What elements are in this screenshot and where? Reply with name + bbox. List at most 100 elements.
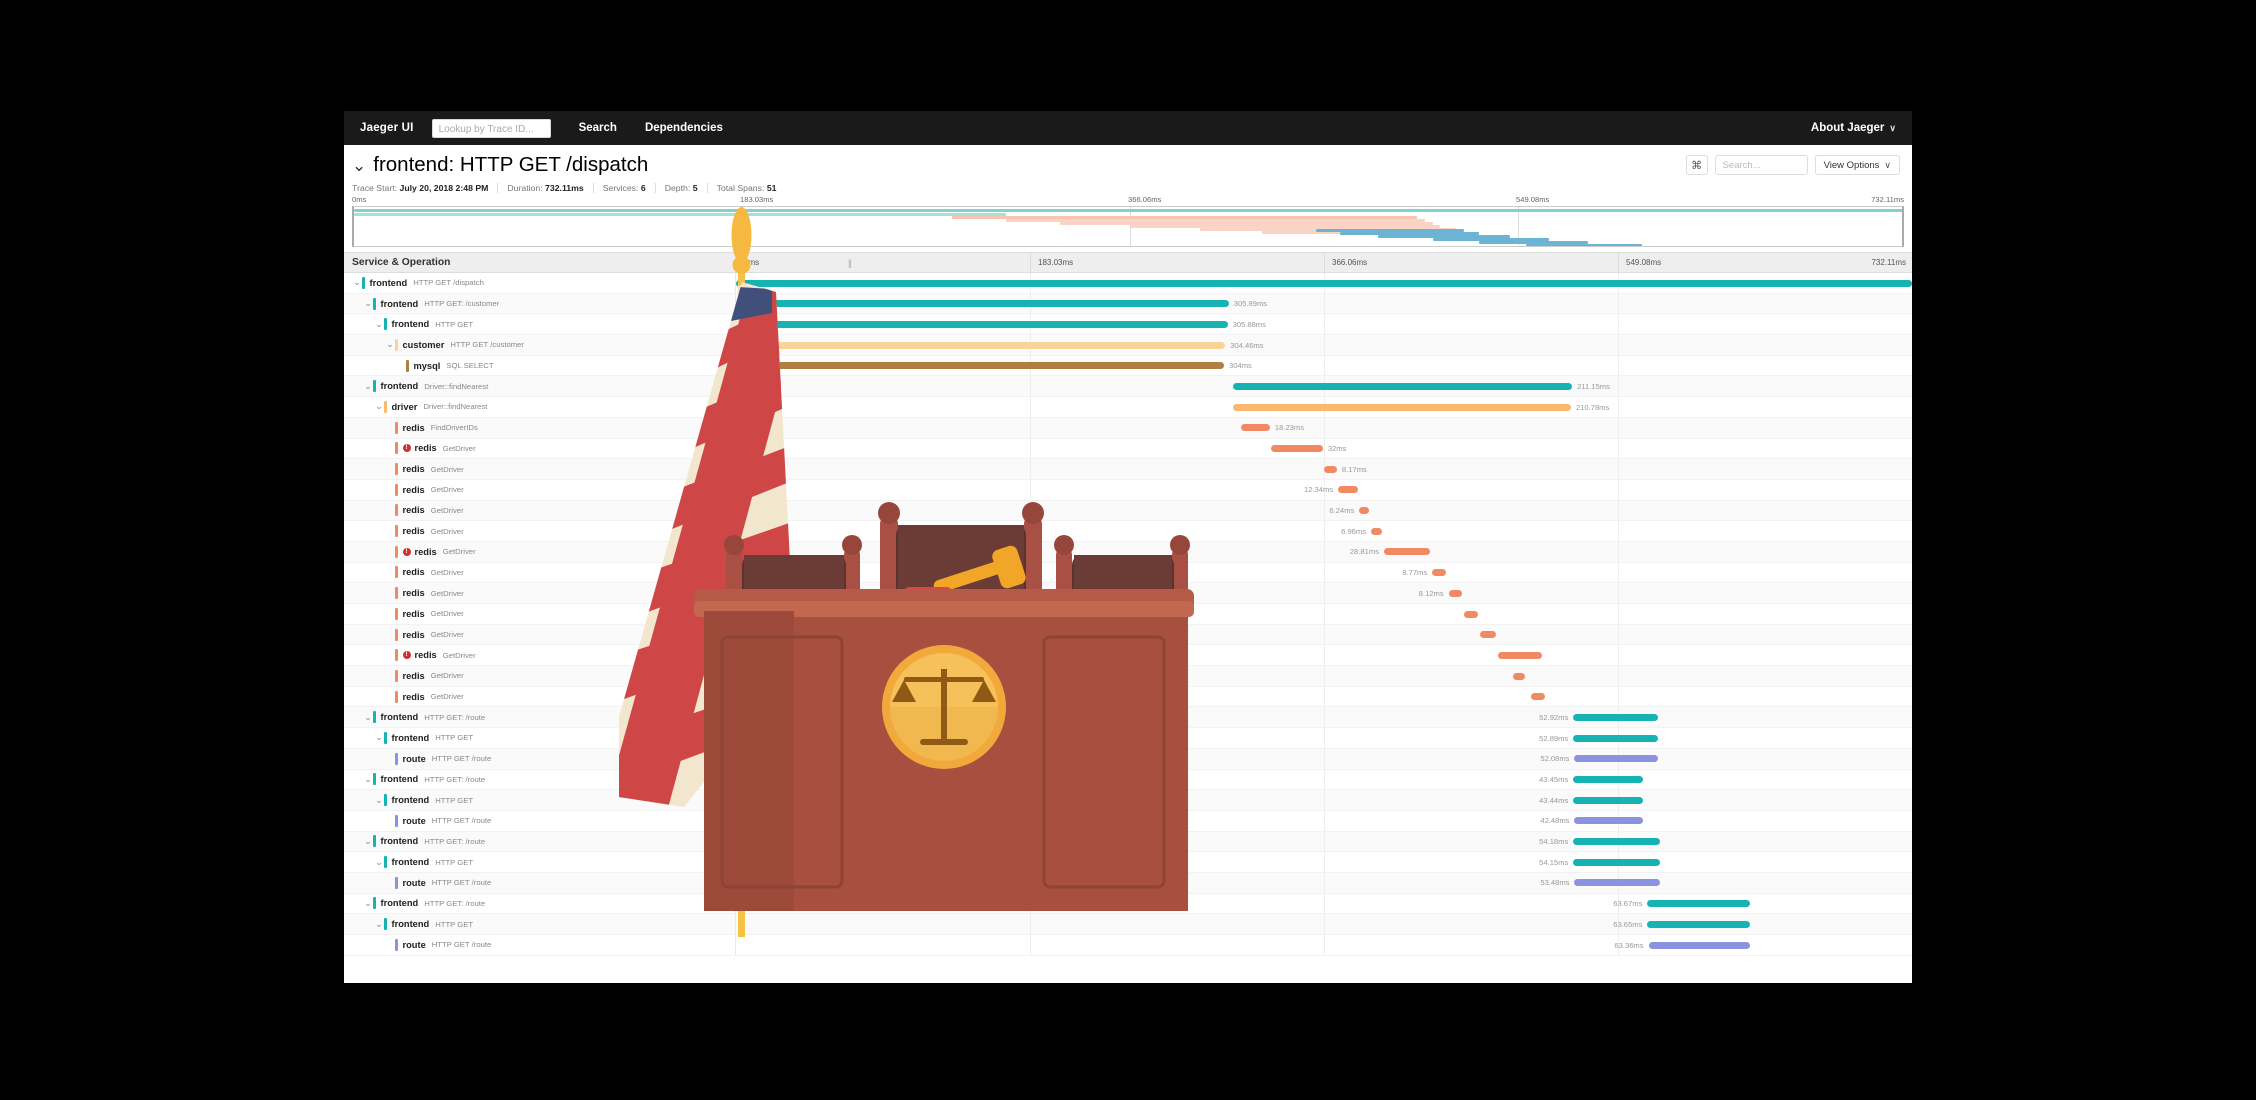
nav-link-dependencies[interactable]: Dependencies [645, 122, 723, 134]
span-name-cell[interactable]: redis GetDriver [344, 666, 736, 686]
span-duration-bar[interactable] [1574, 879, 1661, 887]
table-row[interactable]: redis GetDriver 8.17ms [344, 459, 1912, 480]
trace-minimap[interactable]: 0ms 183.03ms 366.06ms 549.08ms 732.11ms [352, 195, 1904, 247]
span-name-cell[interactable]: ⌄ customer HTTP GET /customer [344, 335, 736, 355]
span-bar-cell[interactable]: 12.34ms [736, 479, 1912, 500]
span-rows-container[interactable]: ⌄ frontend HTTP GET /dispatch ⌄ frontend HTTP… [344, 273, 1912, 983]
table-row[interactable]: ⌄ frontend HTTP GET 305.88ms [344, 314, 1912, 336]
collapse-trace-chevron-icon[interactable]: ⌄ [352, 157, 366, 174]
table-row[interactable]: redis FindDriverIDs 18.23ms [344, 417, 1912, 439]
trace-id-lookup-input[interactable]: Lookup by Trace ID... [431, 118, 551, 138]
span-name-cell[interactable]: redis GetDriver [344, 479, 736, 500]
span-bar-cell[interactable]: 54.18ms [736, 831, 1912, 852]
table-row[interactable]: route HTTP GET /route 63.36ms [344, 935, 1912, 956]
span-bar-cell[interactable]: 32ms [736, 438, 1912, 459]
span-bar-cell[interactable]: 18.23ms [736, 417, 1912, 438]
span-duration-bar[interactable] [1573, 838, 1661, 846]
span-duration-bar[interactable] [736, 320, 1228, 328]
span-duration-bar[interactable] [1647, 900, 1750, 908]
span-bar-cell[interactable]: 305.89ms [736, 293, 1912, 314]
span-search-input[interactable]: Search... [1714, 155, 1808, 175]
expand-collapse-chevron-icon[interactable]: ⌄ [385, 339, 395, 350]
span-bar-cell[interactable]: 210.78ms [736, 397, 1912, 417]
span-bar-cell[interactable]: 6.24ms [736, 500, 1912, 521]
span-bar-cell[interactable]: 54.15ms [736, 852, 1912, 872]
span-name-cell[interactable]: redis GetDriver [344, 686, 736, 707]
span-name-cell[interactable]: ! redis GetDriver [344, 541, 736, 562]
span-name-cell[interactable]: ⌄ frontend HTTP GET [344, 790, 736, 810]
table-row[interactable]: ! redis GetDriver [344, 645, 1912, 667]
span-name-cell[interactable]: redis GetDriver [344, 604, 736, 624]
expand-collapse-chevron-icon[interactable]: ⌄ [374, 857, 384, 868]
table-row[interactable]: ⌄ frontend HTTP GET 43.44ms [344, 790, 1912, 811]
table-row[interactable]: ⌄ frontend HTTP GET 52.89ms [344, 728, 1912, 749]
span-duration-bar[interactable] [1383, 548, 1430, 556]
span-duration-bar[interactable] [1432, 569, 1447, 577]
span-duration-bar[interactable] [1573, 776, 1643, 783]
table-row[interactable]: ! redis GetDriver 32ms [344, 438, 1912, 460]
expand-collapse-chevron-icon[interactable]: ⌄ [363, 836, 373, 847]
span-bar-cell[interactable]: 53.48ms [736, 872, 1912, 893]
table-row[interactable]: ⌄ frontend Driver::findNearest 211.15ms [344, 376, 1912, 398]
span-duration-bar[interactable] [1359, 507, 1370, 515]
span-bar-cell[interactable]: 211.15ms [736, 376, 1912, 397]
nav-link-search[interactable]: Search [579, 122, 617, 134]
span-bar-cell[interactable]: 6.96ms [736, 521, 1912, 541]
span-name-cell[interactable]: ⌄ frontend HTTP GET: /route [344, 831, 736, 852]
span-name-cell[interactable]: ⌄ frontend HTTP GET [344, 852, 736, 872]
span-name-cell[interactable]: route HTTP GET /route [344, 872, 736, 893]
span-name-cell[interactable]: redis GetDriver [344, 459, 736, 479]
span-bar-cell[interactable] [736, 273, 1912, 293]
table-row[interactable]: route HTTP GET /route 42.48ms [344, 810, 1912, 832]
span-duration-bar[interactable] [1233, 403, 1571, 411]
table-row[interactable]: ⌄ frontend HTTP GET 63.65ms [344, 914, 1912, 935]
table-row[interactable]: redis GetDriver [344, 666, 1912, 687]
table-row[interactable]: ⌄ customer HTTP GET /customer 304.46ms [344, 335, 1912, 356]
span-name-cell[interactable]: redis GetDriver [344, 562, 736, 583]
span-bar-cell[interactable]: 52.08ms [736, 748, 1912, 769]
span-duration-bar[interactable] [1271, 445, 1323, 452]
span-name-cell[interactable]: ⌄ frontend HTTP GET: /route [344, 707, 736, 728]
table-row[interactable]: ! redis GetDriver 28.81ms [344, 541, 1912, 563]
expand-collapse-chevron-icon[interactable]: ⌄ [374, 919, 384, 930]
table-row[interactable]: ⌄ frontend HTTP GET: /route 54.18ms [344, 831, 1912, 853]
span-duration-bar[interactable] [1574, 755, 1658, 763]
span-name-cell[interactable]: ⌄ frontend HTTP GET /dispatch [344, 273, 736, 293]
expand-collapse-chevron-icon[interactable]: ⌄ [363, 898, 373, 909]
span-name-cell[interactable]: ! redis GetDriver [344, 438, 736, 459]
span-duration-bar[interactable] [1513, 672, 1526, 680]
span-name-cell[interactable]: redis GetDriver [344, 624, 736, 645]
span-bar-cell[interactable]: 52.89ms [736, 728, 1912, 748]
span-bar-cell[interactable]: 43.45ms [736, 769, 1912, 790]
span-bar-cell[interactable]: 305.88ms [736, 314, 1912, 335]
span-duration-bar[interactable] [1240, 424, 1270, 432]
span-name-cell[interactable]: route HTTP GET /route [344, 935, 736, 955]
table-row[interactable]: redis GetDriver 8.12ms [344, 583, 1912, 604]
table-row[interactable]: ⌄ frontend HTTP GET: /route 52.92ms [344, 707, 1912, 729]
span-name-cell[interactable]: ⌄ frontend Driver::findNearest [344, 376, 736, 397]
span-duration-bar[interactable] [738, 341, 1226, 349]
span-name-cell[interactable]: ⌄ frontend HTTP GET: /customer [344, 293, 736, 314]
span-bar-cell[interactable]: 8.12ms [736, 583, 1912, 603]
column-resize-handle[interactable]: || [848, 258, 852, 268]
span-duration-bar[interactable] [1648, 941, 1750, 949]
span-bar-cell[interactable]: 304ms [736, 355, 1912, 376]
span-duration-bar[interactable] [1647, 920, 1750, 928]
span-bar-cell[interactable]: 8.77ms [736, 562, 1912, 583]
span-bar-cell[interactable]: 63.36ms [736, 935, 1912, 955]
span-name-cell[interactable]: redis GetDriver [344, 521, 736, 541]
expand-collapse-chevron-icon[interactable]: ⌄ [363, 774, 373, 785]
span-duration-bar[interactable] [1573, 713, 1658, 721]
span-name-cell[interactable]: ⌄ frontend HTTP GET: /route [344, 893, 736, 914]
span-bar-cell[interactable]: 63.65ms [736, 914, 1912, 934]
span-duration-bar[interactable] [1530, 693, 1546, 701]
about-jaeger-menu[interactable]: About Jaeger ∨ [1811, 122, 1896, 134]
table-row[interactable]: route HTTP GET /route 53.48ms [344, 872, 1912, 894]
expand-collapse-chevron-icon[interactable]: ⌄ [363, 712, 373, 723]
span-name-cell[interactable]: redis GetDriver [344, 583, 736, 603]
table-row[interactable]: redis GetDriver [344, 624, 1912, 646]
span-name-cell[interactable]: route HTTP GET /route [344, 810, 736, 831]
span-bar-cell[interactable]: 28.81ms [736, 541, 1912, 562]
span-duration-bar[interactable] [1498, 651, 1542, 659]
span-bar-cell[interactable]: 42.48ms [736, 810, 1912, 831]
